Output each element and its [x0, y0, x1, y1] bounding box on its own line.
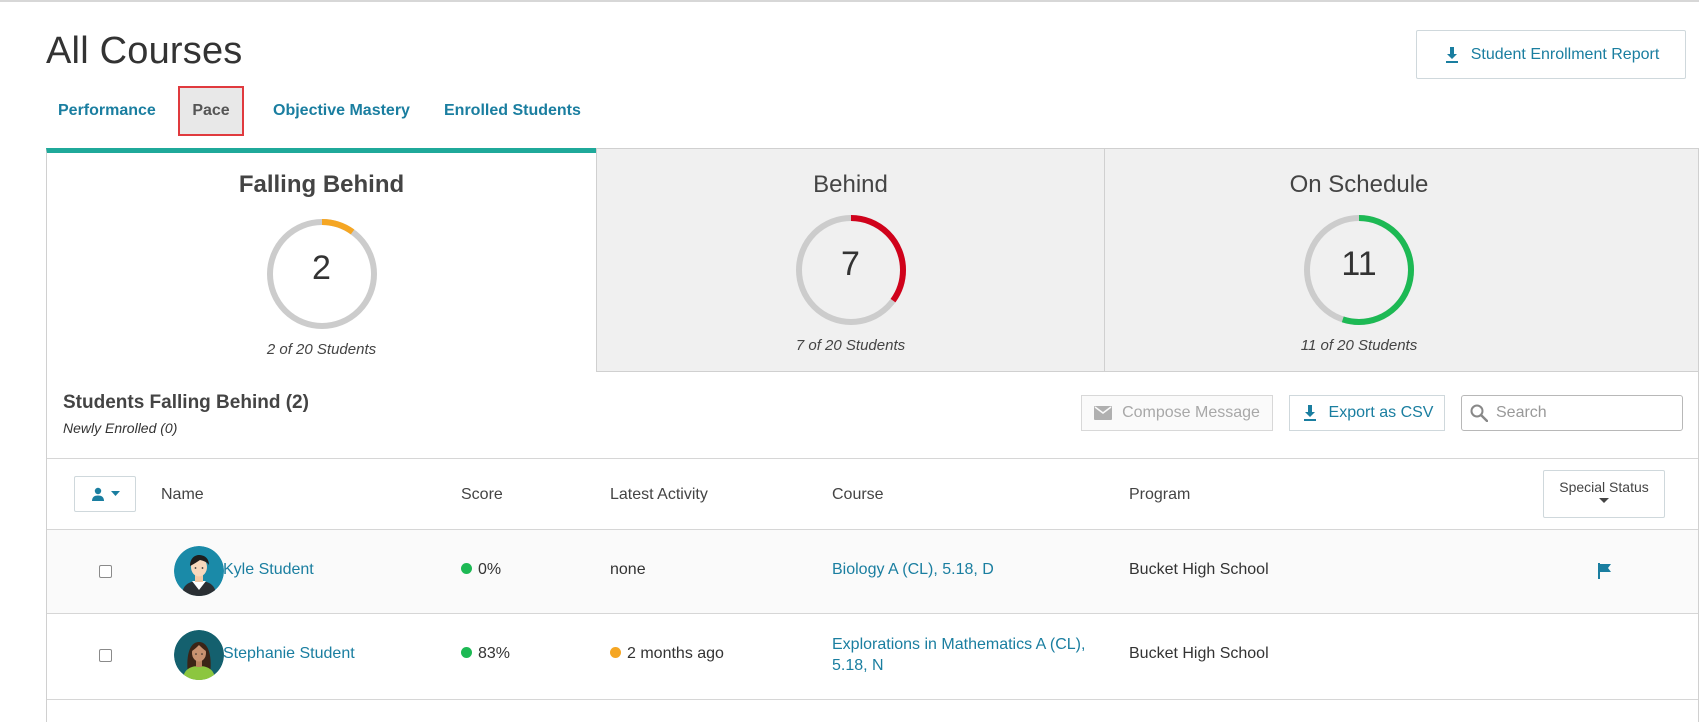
- special-status-sort[interactable]: Special Status: [1543, 470, 1665, 518]
- course-link[interactable]: Explorations in Mathematics A (CL), 5.18…: [832, 634, 1085, 676]
- compose-message-button[interactable]: Compose Message: [1081, 395, 1273, 431]
- top-divider: [0, 0, 1699, 2]
- search-input[interactable]: [1496, 404, 1666, 422]
- page-title: All Courses: [46, 30, 243, 72]
- download-icon: [1445, 46, 1458, 63]
- section-subtitle: Newly Enrolled (0): [63, 420, 178, 436]
- download-icon: [1303, 405, 1316, 421]
- summary-card-falling-behind[interactable]: Falling Behind 2 2 of 20 Students: [46, 148, 596, 372]
- tab-performance[interactable]: Performance: [58, 86, 156, 136]
- column-course: Course: [832, 486, 884, 503]
- score-status-dot: [461, 563, 472, 574]
- special-status-label: Special Status: [1559, 479, 1649, 495]
- summary-card-on-schedule[interactable]: On Schedule 11 11 of 20 Students: [1104, 148, 1699, 372]
- donut-value: 7: [841, 245, 860, 283]
- column-name: Name: [161, 486, 204, 503]
- score-value: 83%: [461, 645, 510, 663]
- score-text: 0%: [478, 561, 502, 578]
- report-button-label: Student Enrollment Report: [1470, 45, 1660, 63]
- column-program: Program: [1129, 486, 1191, 503]
- course-line-1: Explorations in Mathematics A (CL),: [832, 636, 1086, 653]
- card-title: Falling Behind: [238, 171, 405, 198]
- card-subtitle: 7 of 20 Students: [795, 337, 906, 354]
- user-icon: [91, 487, 104, 501]
- column-latest-activity: Latest Activity: [610, 486, 708, 503]
- card-title: Behind: [813, 171, 888, 198]
- user-filter-dropdown[interactable]: [74, 476, 136, 512]
- card-subtitle: 11 of 20 Students: [1300, 337, 1418, 354]
- search-field[interactable]: [1461, 395, 1683, 431]
- score-text: 83%: [478, 645, 511, 662]
- course-link[interactable]: Biology A (CL), 5.18, D: [832, 561, 994, 579]
- student-name-link[interactable]: Kyle Student: [223, 561, 314, 579]
- students-panel: Students Falling Behind (2) Newly Enroll…: [46, 372, 1699, 722]
- score-status-dot: [461, 647, 472, 658]
- student-name-link[interactable]: Stephanie Student: [223, 645, 355, 663]
- flag-icon[interactable]: [1598, 563, 1612, 579]
- card-subtitle: 2 of 20 Students: [266, 341, 377, 358]
- program-name: Bucket High School: [1129, 645, 1269, 662]
- section-title: Students Falling Behind (2): [63, 392, 309, 413]
- table-header: Name Score Latest Activity Course Progra…: [47, 458, 1698, 530]
- donut-value: 11: [1341, 245, 1377, 283]
- latest-activity: none: [610, 561, 646, 578]
- row-checkbox[interactable]: [99, 649, 112, 662]
- export-csv-button[interactable]: Export as CSV: [1289, 395, 1445, 431]
- course-line-2: 5.18, N: [832, 657, 884, 674]
- export-csv-label: Export as CSV: [1328, 404, 1434, 421]
- activity-status-dot: [610, 647, 621, 658]
- male-student-icon: [174, 546, 224, 596]
- activity-text: 2 months ago: [627, 645, 724, 662]
- student-enrollment-report-button[interactable]: Student Enrollment Report: [1416, 30, 1686, 79]
- card-title: On Schedule: [1289, 171, 1429, 198]
- chevron-down-icon: [110, 491, 120, 496]
- caret-down-icon: [1599, 498, 1609, 503]
- table-row: Kyle Student 0% none Biology A (CL), 5.1…: [47, 530, 1698, 614]
- table-row: Stephanie Student 83% 2 months ago Explo…: [47, 614, 1698, 700]
- mail-icon: [1094, 406, 1113, 420]
- pace-summary: Falling Behind 2 2 of 20 Students Behind…: [46, 148, 1699, 372]
- tab-enrolled-students[interactable]: Enrolled Students: [444, 86, 581, 136]
- tab-pace[interactable]: Pace: [178, 86, 244, 136]
- summary-card-behind[interactable]: Behind 7 7 of 20 Students: [596, 148, 1104, 372]
- row-checkbox[interactable]: [99, 565, 112, 578]
- tab-objective-mastery[interactable]: Objective Mastery: [273, 86, 410, 136]
- female-student-icon: [174, 630, 224, 680]
- search-icon: [1470, 404, 1488, 422]
- program-name: Bucket High School: [1129, 561, 1269, 578]
- compose-message-label: Compose Message: [1122, 404, 1260, 421]
- column-score: Score: [461, 486, 503, 503]
- score-value: 0%: [461, 561, 501, 579]
- latest-activity: 2 months ago: [610, 645, 724, 663]
- donut-value: 2: [312, 249, 331, 287]
